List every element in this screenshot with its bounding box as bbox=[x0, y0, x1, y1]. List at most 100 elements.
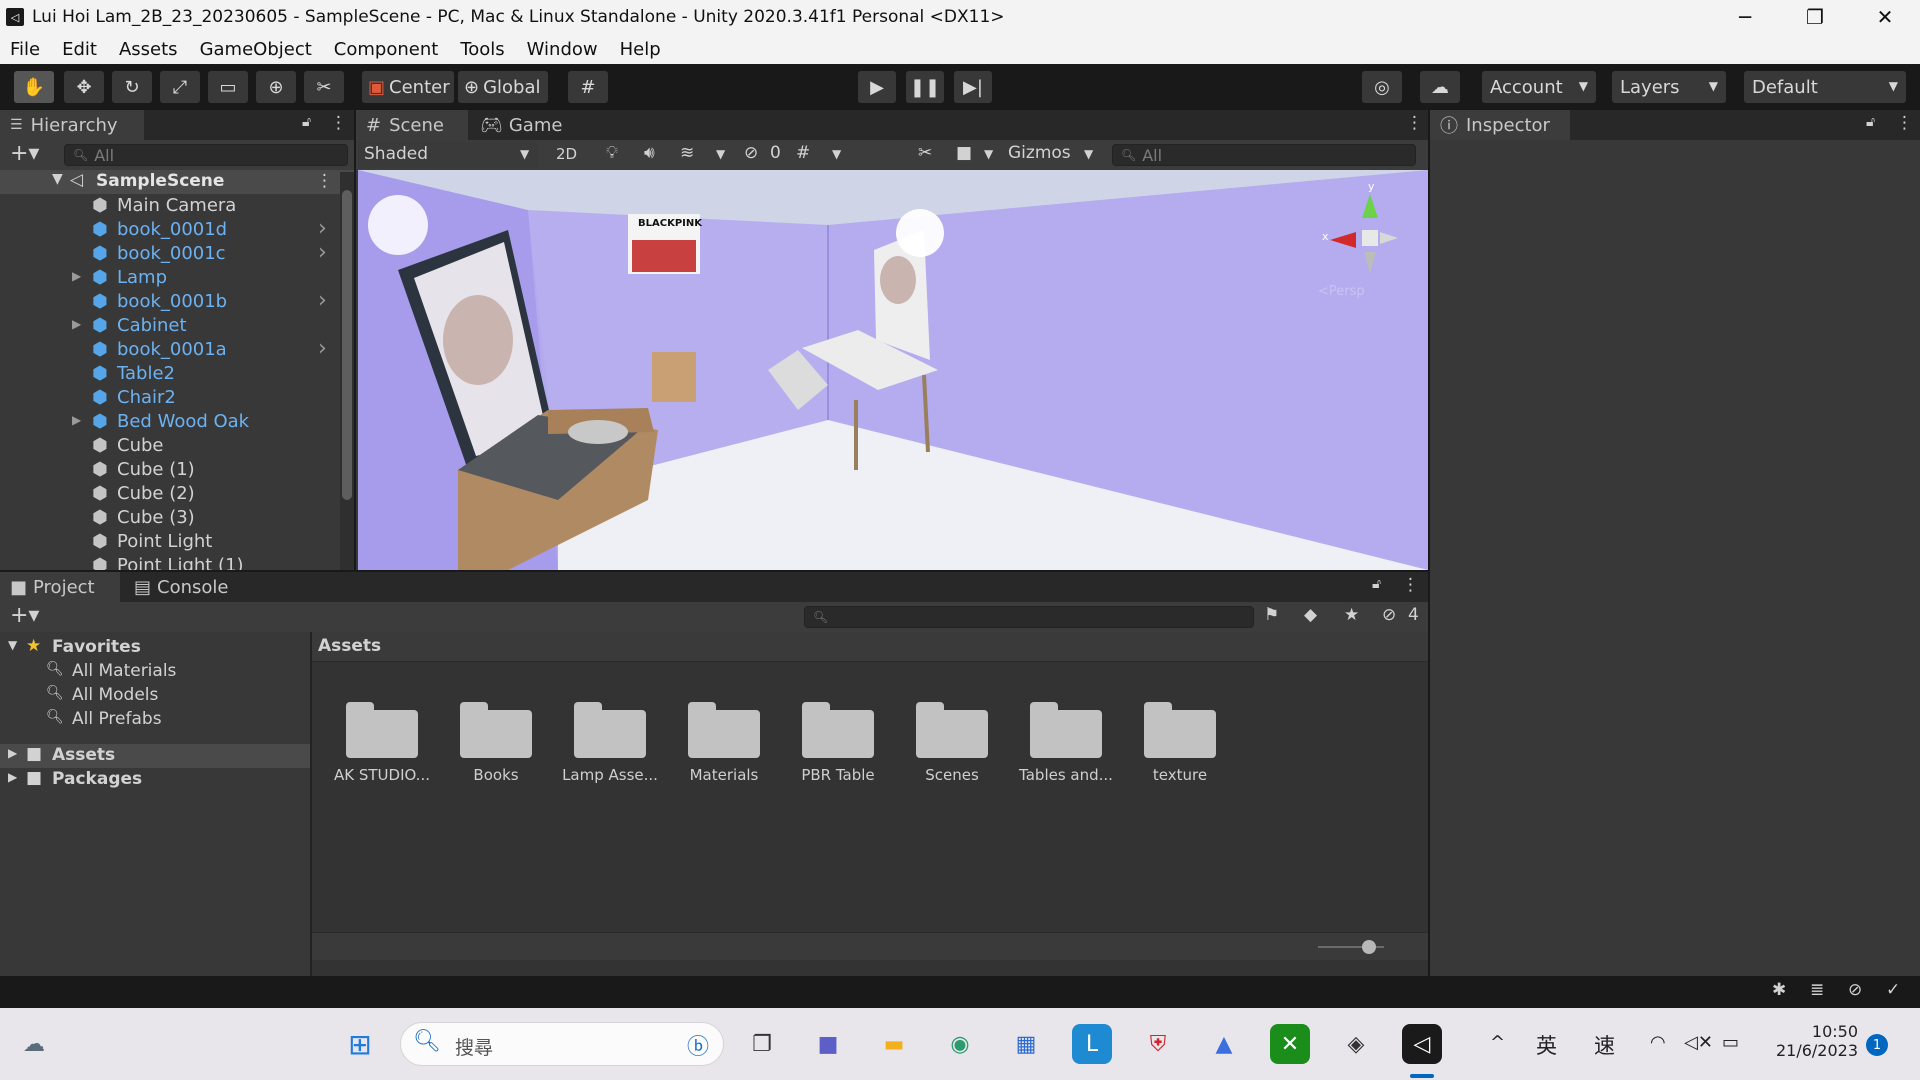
open-prefab-chevron-icon[interactable]: › bbox=[318, 288, 327, 313]
project-search-input[interactable]: 🔍︎ bbox=[804, 606, 1254, 628]
close-button[interactable]: ✕ bbox=[1850, 0, 1920, 34]
hierarchy-item[interactable]: ⬢ book_0001b › bbox=[0, 288, 340, 314]
hierarchy-item[interactable]: ▶ ⬢ Cabinet bbox=[0, 314, 340, 338]
tab-project[interactable]: ■ Project bbox=[0, 572, 120, 602]
layout-dropdown[interactable]: Default ▼ bbox=[1744, 71, 1906, 103]
ime-mode[interactable]: 速 bbox=[1594, 1030, 1615, 1060]
scene-search-input[interactable]: 🔍︎ All bbox=[1112, 144, 1416, 166]
start-menu-icon[interactable]: ⊞ bbox=[340, 1024, 380, 1064]
hierarchy-item[interactable]: ▶ ⬢ Lamp bbox=[0, 266, 340, 290]
hierarchy-item[interactable]: ⬢ Cube (3) bbox=[0, 506, 340, 530]
chevron-down-icon[interactable]: ▼ bbox=[716, 147, 725, 161]
chevron-down-icon[interactable]: ▼ bbox=[832, 147, 841, 161]
scene-viewport[interactable]: BLACKPINK y x <Persp bbox=[358, 170, 1428, 570]
check-circle-icon[interactable]: ✓ bbox=[1886, 980, 1900, 1000]
favorite-item[interactable]: 🔍︎ All Materials bbox=[0, 660, 310, 684]
camera-icon[interactable]: ■ bbox=[956, 143, 972, 163]
hierarchy-item[interactable]: ⬢ book_0001a › bbox=[0, 336, 340, 362]
menu-component[interactable]: Component bbox=[334, 39, 439, 60]
hierarchy-item[interactable]: ⬢ Cube bbox=[0, 434, 340, 458]
account-dropdown[interactable]: Account ▼ bbox=[1482, 71, 1596, 103]
minimize-button[interactable]: ─ bbox=[1710, 0, 1780, 34]
pivot-center-toggle[interactable]: ▣ Center bbox=[362, 71, 454, 103]
hierarchy-item[interactable]: ⬢ Point Light (1) bbox=[0, 554, 340, 570]
gizmos-button[interactable]: Gizmos bbox=[1008, 143, 1071, 163]
asset-folder[interactable]: texture bbox=[1125, 666, 1235, 786]
breadcrumb-assets[interactable]: Assets bbox=[318, 636, 381, 656]
favorite-item[interactable]: 🔍︎ All Prefabs bbox=[0, 708, 310, 732]
hierarchy-item[interactable]: ⬢ Table2 bbox=[0, 362, 340, 386]
scale-tool-icon[interactable]: ⤢ bbox=[160, 71, 200, 103]
lock-icon[interactable]: 🔓︎ bbox=[1372, 576, 1381, 592]
tree-item-packages[interactable]: ▶ ■ Packages bbox=[0, 768, 310, 792]
hierarchy-scrollbar[interactable] bbox=[340, 172, 354, 570]
hand-tool-icon[interactable]: ✋ bbox=[14, 71, 54, 103]
xbox-icon[interactable]: ✕ bbox=[1270, 1024, 1310, 1064]
shading-dropdown[interactable]: Shaded ▼ bbox=[358, 142, 538, 168]
hierarchy-item[interactable]: ⬢ book_0001d › bbox=[0, 216, 340, 242]
kebab-menu-icon[interactable]: ⋮ bbox=[316, 171, 333, 191]
maximize-button[interactable]: ❐ bbox=[1780, 0, 1850, 34]
asset-folder[interactable]: Books bbox=[441, 666, 551, 786]
chevron-down-icon[interactable]: ▼ bbox=[984, 147, 993, 161]
edge-browser-icon[interactable]: ◉ bbox=[940, 1024, 980, 1064]
asset-folder[interactable]: PBR Table bbox=[783, 666, 893, 786]
add-icon[interactable]: +▾ bbox=[10, 603, 39, 628]
unity-hub-icon[interactable]: ◈ bbox=[1336, 1024, 1376, 1064]
projection-label[interactable]: <Persp bbox=[1318, 284, 1365, 299]
transform-tool-icon[interactable]: ⊕ bbox=[256, 71, 296, 103]
bug-icon[interactable]: ✱ bbox=[1772, 980, 1786, 1000]
hierarchy-item[interactable]: ⬢ Point Light bbox=[0, 530, 340, 554]
lighting-icon[interactable]: 💡︎ bbox=[606, 143, 618, 163]
scrollbar-thumb[interactable] bbox=[342, 190, 352, 500]
lock-icon[interactable]: 🔓︎ bbox=[1866, 114, 1875, 130]
cloud-icon[interactable]: ☁ bbox=[1420, 71, 1460, 103]
chat-icon[interactable]: ■ bbox=[808, 1024, 848, 1064]
audio-icon[interactable]: 🔊︎ bbox=[644, 143, 655, 163]
chevron-up-icon[interactable]: ^ bbox=[1490, 1032, 1505, 1053]
menu-assets[interactable]: Assets bbox=[119, 39, 178, 60]
tab-game[interactable]: 🎮︎ Game bbox=[470, 110, 580, 140]
menu-edit[interactable]: Edit bbox=[62, 39, 97, 60]
asset-folder[interactable]: AK STUDIO... bbox=[327, 666, 437, 786]
favorite-item[interactable]: 🔍︎ All Models bbox=[0, 684, 310, 708]
zoom-slider-thumb[interactable] bbox=[1362, 940, 1376, 954]
favorite-star-icon[interactable]: ★ bbox=[1344, 605, 1359, 625]
step-button[interactable]: ▶| bbox=[954, 71, 992, 103]
move-tool-icon[interactable]: ✥ bbox=[64, 71, 104, 103]
grid-snap-icon[interactable]: # bbox=[568, 71, 608, 103]
open-prefab-chevron-icon[interactable]: › bbox=[318, 336, 327, 361]
file-explorer-icon[interactable]: ▬ bbox=[874, 1024, 914, 1064]
asset-folder[interactable]: Lamp Asse... bbox=[555, 666, 665, 786]
scene-root-row[interactable]: ▼ ◁ SampleScene ⋮ bbox=[0, 170, 354, 194]
hidden-objects-icon[interactable]: ⊘ bbox=[744, 143, 758, 163]
app-icon[interactable]: ▲ bbox=[1204, 1024, 1244, 1064]
hierarchy-search-input[interactable]: 🔍︎ All bbox=[64, 144, 348, 166]
expand-arrow-icon[interactable]: ▶ bbox=[72, 269, 81, 283]
play-button[interactable]: ▶ bbox=[858, 71, 896, 103]
store-icon[interactable]: ▦ bbox=[1006, 1024, 1046, 1064]
hierarchy-item[interactable]: ⬢ Cube (1) bbox=[0, 458, 340, 482]
asset-folder[interactable]: Scenes bbox=[897, 666, 1007, 786]
unity-editor-icon[interactable]: ◁ bbox=[1402, 1024, 1442, 1064]
wifi-icon[interactable]: ◠ bbox=[1650, 1032, 1666, 1053]
rect-tool-icon[interactable]: ▭ bbox=[208, 71, 248, 103]
battery-icon[interactable]: ▭ bbox=[1722, 1032, 1739, 1053]
hierarchy-item[interactable]: ▶ ⬢ Bed Wood Oak bbox=[0, 410, 340, 434]
expand-arrow-icon[interactable]: ▶ bbox=[72, 413, 81, 427]
chevron-down-icon[interactable]: ▼ bbox=[1084, 147, 1093, 161]
weather-icon[interactable]: ☁ bbox=[14, 1024, 54, 1064]
toggle-2d-button[interactable]: 2D bbox=[556, 145, 577, 163]
add-icon[interactable]: +▾ bbox=[10, 141, 39, 166]
open-prefab-chevron-icon[interactable]: › bbox=[318, 216, 327, 241]
tree-item-assets[interactable]: ▶ ■ Assets bbox=[0, 744, 310, 768]
custom-tool-icon[interactable]: ✂ bbox=[304, 71, 344, 103]
tab-inspector[interactable]: ⓘ Inspector bbox=[1430, 110, 1570, 140]
tab-console[interactable]: ▤ Console bbox=[124, 572, 254, 602]
tab-scene[interactable]: # Scene bbox=[356, 110, 468, 140]
asset-folder[interactable]: Tables and... bbox=[1011, 666, 1121, 786]
taskbar-search-input[interactable]: 🔍︎ 搜尋 ⓑ bbox=[400, 1022, 724, 1066]
ime-language[interactable]: 英 bbox=[1536, 1030, 1557, 1060]
collab-icon[interactable]: ◎ bbox=[1362, 71, 1402, 103]
pause-button[interactable]: ❚❚ bbox=[906, 71, 944, 103]
